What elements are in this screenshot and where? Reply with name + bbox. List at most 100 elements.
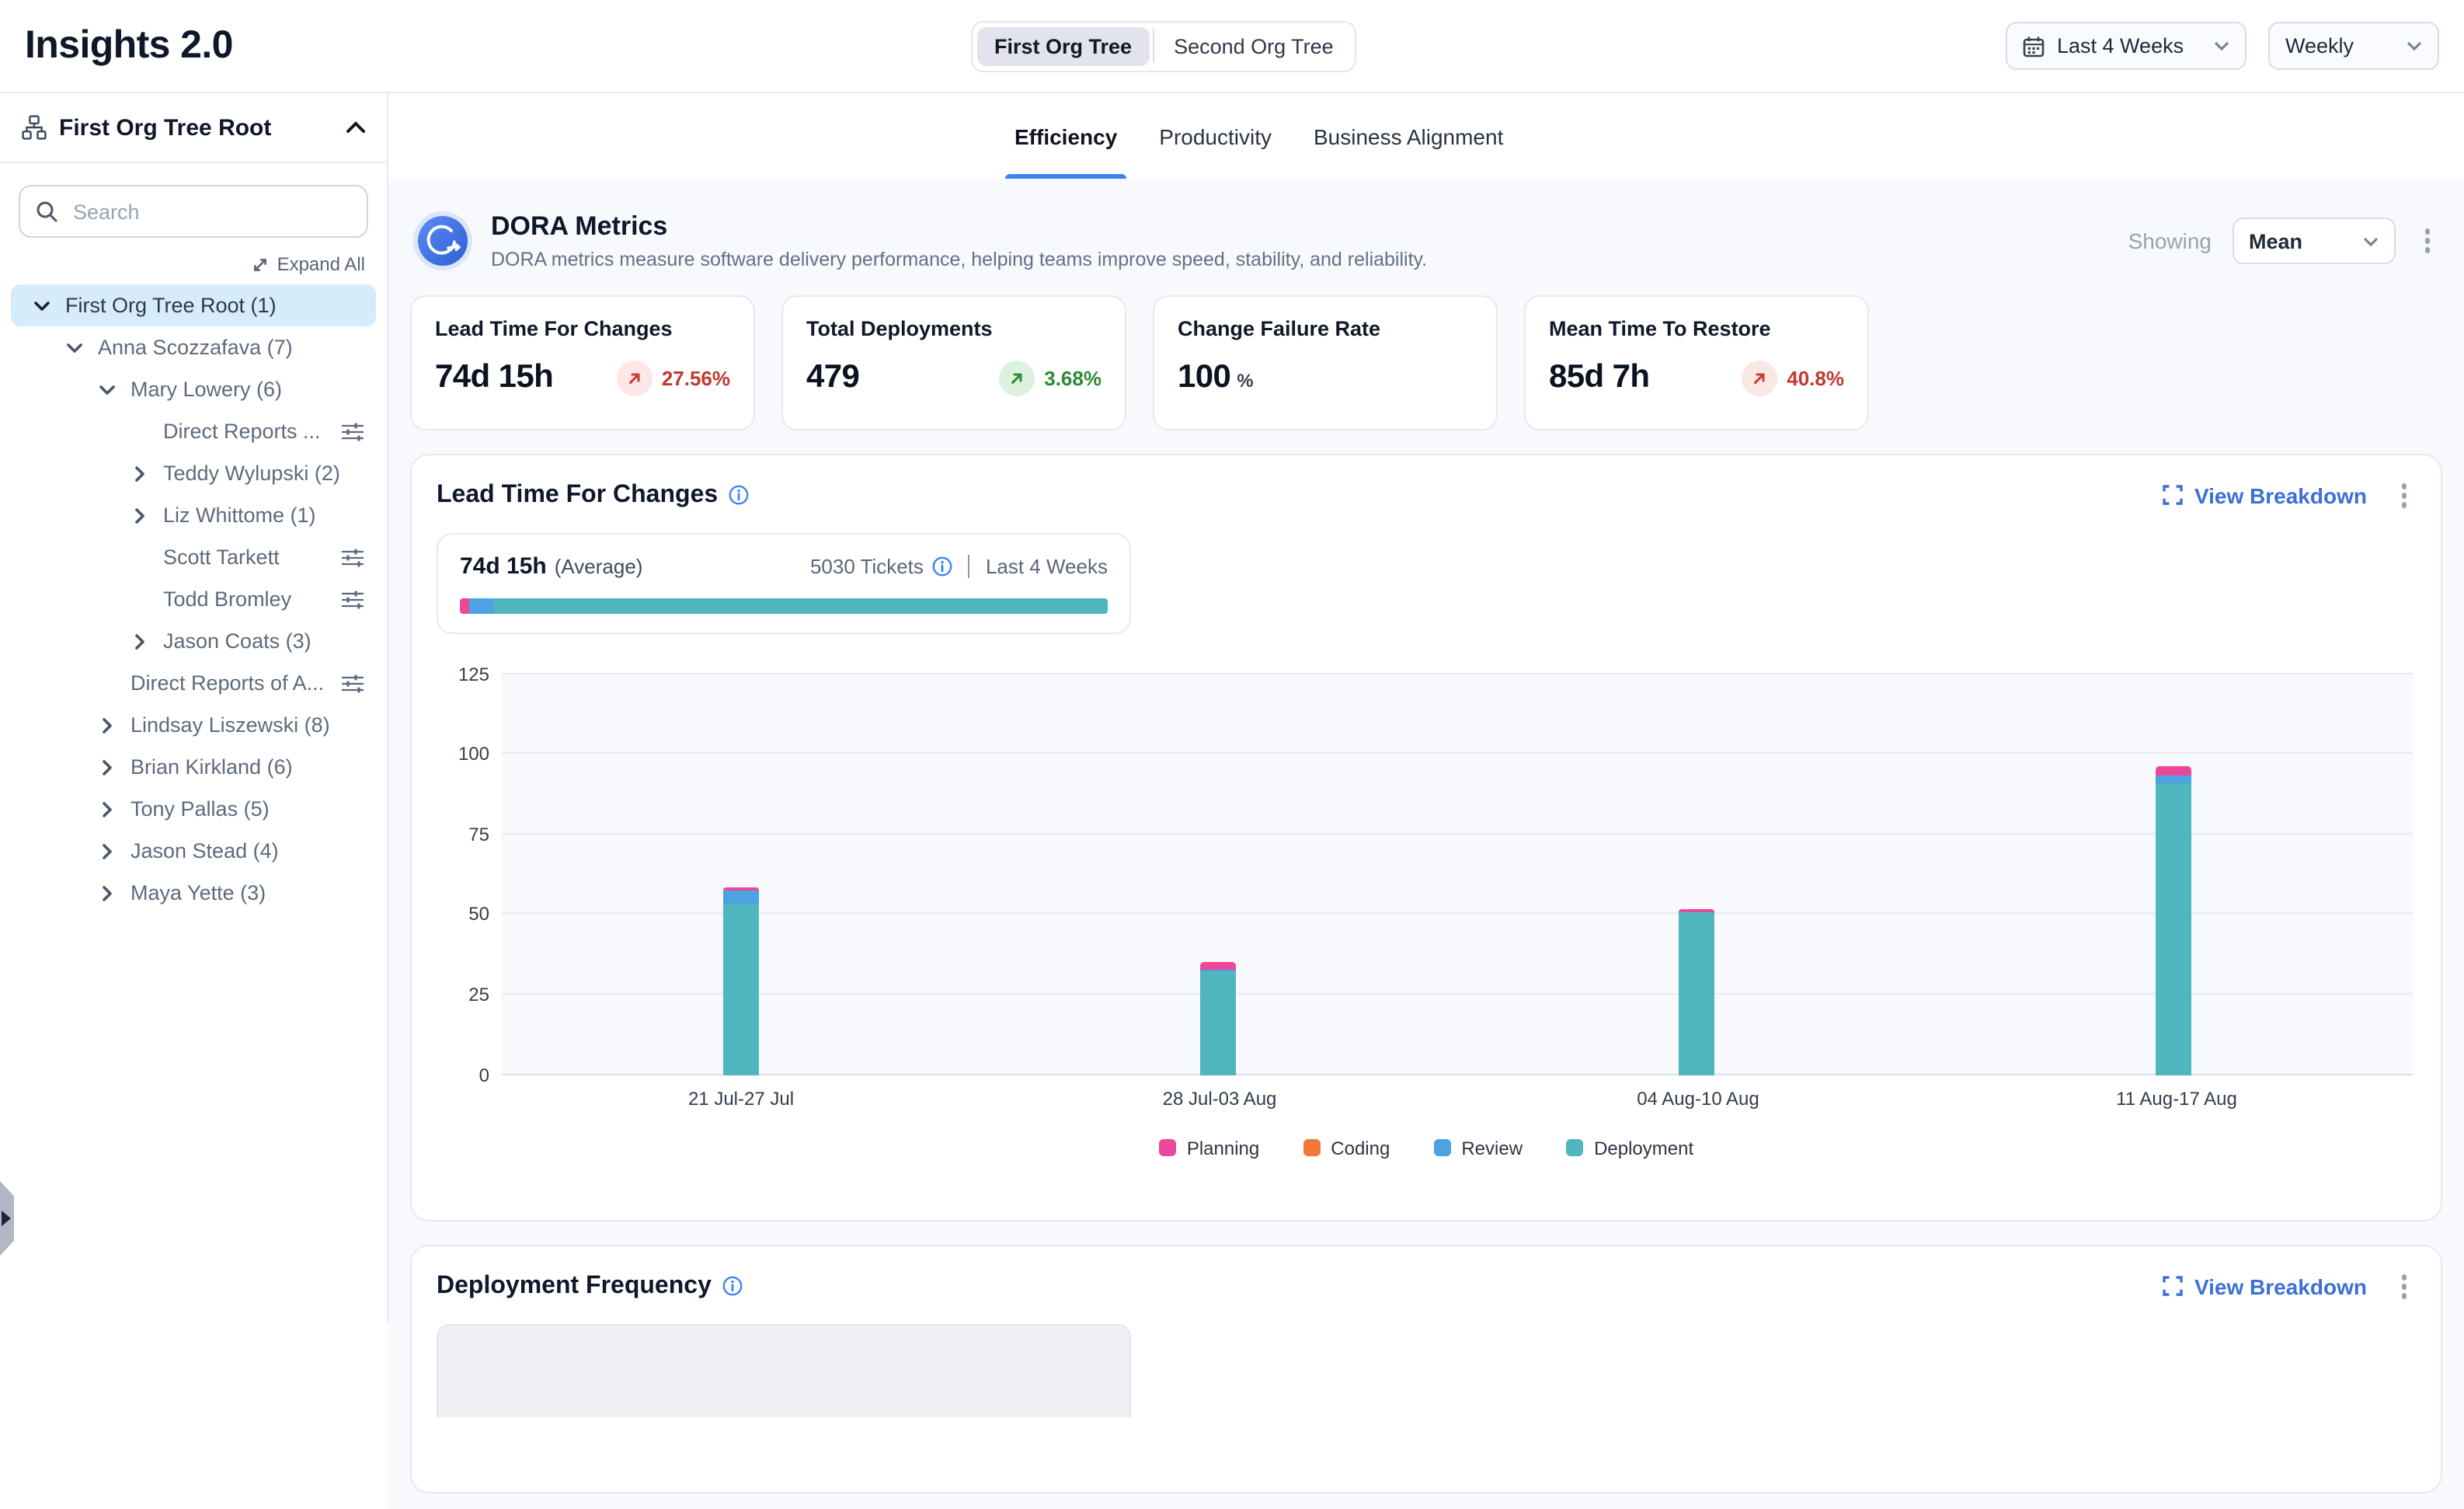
tree-item-first-org-tree-root-1[interactable]: First Org Tree Root (1) xyxy=(11,284,376,326)
view-breakdown-link[interactable]: View Breakdown xyxy=(2163,1274,2367,1299)
tree-item-anna-scozzafava-7[interactable]: Anna Scozzafava (7) xyxy=(0,326,387,368)
sidebar-header: First Org Tree Root xyxy=(0,93,387,163)
x-axis-label: 11 Aug-17 Aug xyxy=(2116,1087,2237,1109)
legend-label: Review xyxy=(1461,1137,1523,1159)
granularity-select[interactable]: Weekly xyxy=(2268,22,2439,70)
sidebar-collapse-chevron-up-icon[interactable] xyxy=(346,121,365,134)
lead-time-kebab-menu-icon[interactable] xyxy=(2392,477,2416,514)
x-axis-label: 28 Jul-03 Aug xyxy=(1163,1087,1277,1109)
tree-item-label: First Org Tree Root (1) xyxy=(65,294,277,317)
granularity-value: Weekly xyxy=(2285,34,2354,58)
metric-card-lead-time-for-changes: Lead Time For Changes74d 15h27.56% xyxy=(410,295,755,430)
tree-item-direct-reports-of-a[interactable]: Direct Reports of A... xyxy=(0,662,387,704)
tree-item-jason-stead-4[interactable]: Jason Stead (4) xyxy=(0,830,387,872)
trend-delta: 40.8% xyxy=(1787,366,1844,389)
metric-cards: Lead Time For Changes74d 15h27.56% Total … xyxy=(410,295,2442,430)
filter-sliders-icon[interactable] xyxy=(342,590,364,608)
chevron-right-icon xyxy=(132,465,151,481)
chevron-right-icon xyxy=(99,759,118,775)
metric-card-value: 85d 7h xyxy=(1549,359,1649,396)
org-toggle-first-org-tree[interactable]: First Org Tree xyxy=(977,26,1149,65)
dora-controls: Showing Mean xyxy=(2128,218,2439,264)
deployment-frequency-kebab-menu-icon[interactable] xyxy=(2392,1268,2416,1305)
trend-delta: 3.68% xyxy=(1044,366,1101,389)
sidebar-collapse-handle[interactable] xyxy=(0,1181,14,1256)
chart-x-labels: 21 Jul-27 Jul28 Jul-03 Aug04 Aug-10 Aug1… xyxy=(502,1087,2416,1112)
tree-item-mary-lowery-6[interactable]: Mary Lowery (6) xyxy=(0,368,387,410)
filter-sliders-icon[interactable] xyxy=(342,422,364,441)
main-tabs: Efficiency Productivity Business Alignment xyxy=(388,93,2464,179)
tree-item-tony-pallas-5[interactable]: Tony Pallas (5) xyxy=(0,788,387,830)
legend-label: Coding xyxy=(1331,1137,1390,1159)
tab-efficiency[interactable]: Efficiency xyxy=(1014,93,1117,179)
trend-delta: 27.56% xyxy=(662,366,730,389)
search-icon xyxy=(36,200,57,222)
metric-card-title: Total Deployments xyxy=(806,317,1101,340)
lead-time-panel-header: Lead Time For Changes View Breakdown xyxy=(437,477,2416,514)
dora-texts: DORA Metrics DORA metrics measure softwa… xyxy=(491,211,1427,270)
stacked-bar-21-jul-27-jul xyxy=(723,674,759,1075)
calendar-icon xyxy=(2023,35,2045,57)
showing-select[interactable]: Mean xyxy=(2232,218,2395,264)
dora-title: DORA Metrics xyxy=(491,211,1427,242)
legend-item-coding: Coding xyxy=(1303,1137,1390,1159)
info-icon[interactable] xyxy=(722,1277,743,1297)
chevron-down-icon xyxy=(99,382,118,397)
dora-header: DORA Metrics DORA metrics measure softwa… xyxy=(410,199,2442,292)
filter-sliders-icon[interactable] xyxy=(342,548,364,566)
expand-all-label: Expand All xyxy=(277,253,365,275)
date-range-select[interactable]: Last 4 Weeks xyxy=(2006,22,2246,70)
tree-item-lindsay-liszewski-8[interactable]: Lindsay Liszewski (8) xyxy=(0,704,387,746)
legend-swatch xyxy=(1303,1139,1320,1156)
phase-distribution-bar xyxy=(460,598,1108,613)
distribution-segment-planning xyxy=(460,598,470,613)
view-breakdown-link[interactable]: View Breakdown xyxy=(2163,483,2367,508)
metric-card-value: 479 xyxy=(806,359,859,396)
tree-item-scott-tarkett[interactable]: Scott Tarkett xyxy=(0,536,387,578)
tree-item-teddy-wylupski-2[interactable]: Teddy Wylupski (2) xyxy=(0,452,387,494)
org-tree-toggle: First Org TreeSecond Org Tree xyxy=(971,20,1357,71)
stacked-bar-28-jul-03-aug xyxy=(1201,674,1237,1075)
average-value: 74d 15h xyxy=(460,552,547,579)
metric-card-value: 100 xyxy=(1178,359,1230,396)
gridline xyxy=(502,993,2413,995)
lead-time-chart: 0255075100125 21 Jul-27 Jul28 Jul-03 Aug… xyxy=(437,674,2416,1159)
tickets-count: 5030 Tickets xyxy=(810,554,924,577)
tree-item-brian-kirkland-6[interactable]: Brian Kirkland (6) xyxy=(0,746,387,788)
expand-all-button[interactable]: Expand All xyxy=(252,253,365,275)
tree-item-jason-coats-3[interactable]: Jason Coats (3) xyxy=(0,620,387,662)
tree-item-label: Scott Tarkett xyxy=(163,545,280,569)
tab-business-alignment[interactable]: Business Alignment xyxy=(1314,93,1503,179)
tab-productivity[interactable]: Productivity xyxy=(1159,93,1272,179)
x-axis-label: 04 Aug-10 Aug xyxy=(1637,1087,1759,1109)
chevron-right-icon xyxy=(132,633,151,649)
bar-segment-review xyxy=(2156,775,2192,783)
deployment-frequency-panel: Deployment Frequency View Breakdown xyxy=(410,1245,2442,1493)
y-axis-tick-label: 25 xyxy=(437,984,489,1005)
info-icon[interactable] xyxy=(933,556,953,576)
sidebar-search xyxy=(19,185,368,238)
chevron-right-icon xyxy=(132,507,151,523)
tree-item-label: Jason Stead (4) xyxy=(131,839,279,863)
y-axis-tick-label: 75 xyxy=(437,823,489,845)
tree-item-label: Anna Scozzafava (7) xyxy=(98,336,293,359)
tree-item-todd-bromley[interactable]: Todd Bromley xyxy=(0,578,387,620)
tree-item-label: Lindsay Liszewski (8) xyxy=(131,713,330,737)
gridline xyxy=(502,832,2413,834)
search-input[interactable] xyxy=(70,198,351,225)
lead-time-panel: Lead Time For Changes View Breakdown xyxy=(410,454,2442,1221)
tree-item-maya-yette-3[interactable]: Maya Yette (3) xyxy=(0,872,387,914)
distribution-segment-review xyxy=(470,598,494,613)
org-toggle-second-org-tree[interactable]: Second Org Tree xyxy=(1157,26,1351,65)
dora-description: DORA metrics measure software delivery p… xyxy=(491,249,1427,270)
app-root: Insights 2.0 First Org TreeSecond Org Tr… xyxy=(0,0,2464,1323)
tree-item-liz-whittome-1[interactable]: Liz Whittome (1) xyxy=(0,494,387,536)
dora-kebab-menu-icon[interactable] xyxy=(2415,223,2439,260)
metric-card-suffix: % xyxy=(1237,370,1253,392)
gridline xyxy=(502,672,2413,674)
chevron-right-icon xyxy=(99,801,118,817)
tree-item-direct-reports[interactable]: Direct Reports ... xyxy=(0,410,387,452)
filter-sliders-icon[interactable] xyxy=(342,674,364,692)
info-icon[interactable] xyxy=(729,486,749,506)
chevron-down-icon xyxy=(34,298,53,313)
